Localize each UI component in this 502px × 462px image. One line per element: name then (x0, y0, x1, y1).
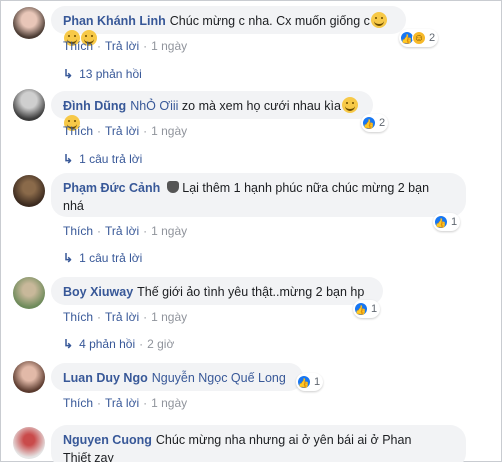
smiling-emoji-icon (341, 97, 358, 113)
comment-author[interactable]: Phan Khánh Linh (63, 14, 166, 28)
like-icon: 👍 (434, 215, 448, 229)
comment-bubble: Phạm Đức Cảnh Lại thêm 1 hạnh phúc nữa ch… (51, 173, 466, 217)
replies-time: 2 giờ (147, 337, 175, 351)
avatar[interactable] (13, 277, 45, 309)
comment-actions: Thích · Trả lời · 1 ngày (63, 124, 188, 138)
comment-text: Chúc mừng c nha. Cx muốn giống c (169, 14, 370, 28)
reaction-summary[interactable]: 👍 2 (361, 114, 389, 132)
mention-tag[interactable]: Nguyễn Ngọc Quế Long (152, 371, 286, 385)
comment-actions: Thích · Trả lời · 1 ngày (63, 224, 188, 238)
reaction-summary[interactable]: 👍 1 (353, 300, 381, 318)
view-replies-link[interactable]: ↳ 1 câu trả lời (63, 251, 142, 265)
like-link[interactable]: Thích (63, 310, 93, 324)
reply-link[interactable]: Trả lời (105, 224, 139, 238)
comment-author[interactable]: Nguyen Cuong (63, 433, 152, 447)
like-link[interactable]: Thích (63, 39, 93, 53)
comment-author[interactable]: Boy Xiuway (63, 285, 133, 299)
like-icon: 👍 (297, 375, 311, 389)
like-link[interactable]: Thích (63, 224, 93, 238)
like-link[interactable]: Thích (63, 124, 93, 138)
avatar[interactable] (13, 89, 45, 121)
reaction-count: 1 (371, 303, 378, 315)
replies-label: 4 phản hồi (79, 337, 136, 351)
like-link[interactable]: Thích (63, 396, 93, 410)
like-icon: 👍 (354, 302, 368, 316)
reply-arrow-icon: ↳ (63, 337, 74, 351)
reaction-summary[interactable]: 👍 1 (296, 373, 324, 391)
comment-actions: Thích · Trả lời · 1 ngày (63, 310, 188, 324)
avatar[interactable] (13, 7, 45, 39)
avatar[interactable] (13, 175, 45, 207)
comment-time[interactable]: 1 ngày (151, 310, 187, 324)
comment-time[interactable]: 1 ngày (151, 124, 187, 138)
replies-label: 13 phản hồi (79, 67, 142, 81)
reply-link[interactable]: Trả lời (105, 310, 139, 324)
avatar[interactable] (13, 361, 45, 393)
comment-text: Thế giới ảo tình yêu thật..mừng 2 bạn hp (137, 285, 365, 299)
laughing-emoji-icon (370, 12, 387, 28)
comment-text: Chúc mừng nha nhưng ai ở yên bái ai ở Ph… (155, 433, 412, 447)
reply-arrow-icon: ↳ (63, 152, 74, 166)
comment-actions: Thích · Trả lời · 1 ngày (63, 396, 188, 410)
reply-link[interactable]: Trả lời (105, 396, 139, 410)
comment-time[interactable]: 1 ngày (151, 224, 187, 238)
mention-tag[interactable]: NhỎ Ơiii (130, 99, 178, 113)
comment-text: Lại thêm 1 hạnh phúc nữa chúc mừng 2 bạn (182, 181, 430, 195)
view-replies-link[interactable]: ↳ 13 phản hồi (63, 67, 142, 81)
comment-text: zo mà xem họ cưới nhau kìa (181, 99, 341, 113)
comment-bubble: Phan Khánh Linh Chúc mừng c nha. Cx muốn … (51, 6, 406, 46)
reply-arrow-icon: ↳ (63, 251, 74, 265)
comment-bubble: Đình Dũng NhỎ Ơiii zo mà xem họ cưới nhau… (51, 91, 373, 131)
replies-label: 1 câu trả lời (79, 251, 143, 265)
comment-author[interactable]: Luan Duy Ngo (63, 371, 148, 385)
reaction-count: 1 (314, 376, 321, 388)
comment-time[interactable]: 1 ngày (151, 396, 187, 410)
waving-hand-icon (167, 181, 180, 193)
reply-link[interactable]: Trả lời (105, 39, 139, 53)
comment-time[interactable]: 1 ngày (151, 39, 187, 53)
comment-text-line2: nhá (63, 199, 84, 213)
reply-arrow-icon: ↳ (63, 67, 74, 81)
view-replies-link[interactable]: ↳ 1 câu trả lời (63, 152, 142, 166)
reaction-count: 2 (379, 117, 386, 129)
reaction-summary[interactable]: 👍 ☺ 2 (399, 29, 439, 47)
comment-author[interactable]: Phạm Đức Cảnh (63, 181, 160, 195)
view-replies-link[interactable]: ↳ 4 phản hồi · 2 giờ (63, 337, 174, 351)
replies-label: 1 câu trả lời (79, 152, 143, 166)
reaction-summary[interactable]: 👍 1 (433, 213, 461, 231)
reply-link[interactable]: Trả lời (105, 124, 139, 138)
comment-actions: Thích · Trả lời · 1 ngày (63, 39, 188, 53)
comment-author[interactable]: Đình Dũng (63, 99, 126, 113)
comment-bubble: Nguyen Cuong Chúc mừng nha nhưng ai ở yên… (51, 425, 466, 462)
reaction-count: 2 (429, 32, 436, 44)
comment-bubble: Luan Duy Ngo Nguyễn Ngọc Quế Long (51, 363, 303, 391)
haha-icon: ☺ (412, 31, 426, 45)
comment-bubble: Boy Xiuway Thế giới ảo tình yêu thật..mừn… (51, 277, 383, 305)
reaction-count: 1 (451, 216, 458, 228)
comment-text-line2: Thiết zay (63, 451, 114, 462)
like-icon: 👍 (362, 116, 376, 130)
avatar[interactable] (13, 427, 45, 459)
